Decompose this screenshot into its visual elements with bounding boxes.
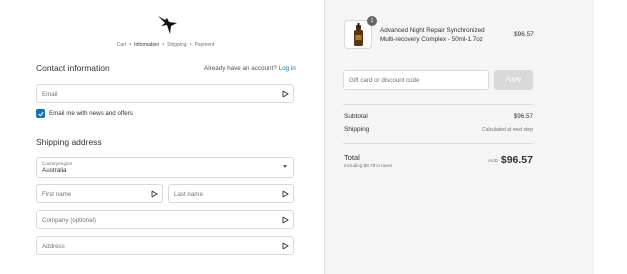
- discount-placeholder: Gift card or discount code: [349, 77, 420, 84]
- checkout-page: Cart › Information › Shipping › Payment Contac…: [0, 0, 627, 274]
- breadcrumb-information: Information: [134, 42, 160, 48]
- page-margin: [594, 0, 627, 274]
- total-amount: $96.57: [500, 154, 533, 166]
- breadcrumb: Cart › Information › Shipping › Payment: [0, 42, 331, 48]
- autofill-icon: [151, 190, 158, 198]
- contact-section-title: Contact information: [36, 63, 110, 73]
- breadcrumb-payment: Payment: [194, 42, 215, 48]
- apply-discount-button[interactable]: Apply: [494, 70, 533, 90]
- quantity-badge: 1: [367, 16, 377, 26]
- last-name-placeholder: Last name: [174, 191, 203, 198]
- chevron-right-icon: ›: [129, 42, 132, 48]
- autofill-icon: [282, 190, 289, 198]
- currency-code: AUD: [488, 159, 499, 164]
- autofill-icon: [282, 90, 289, 98]
- shipping-label: Shipping: [344, 126, 370, 133]
- chevron-right-icon: ›: [162, 42, 165, 48]
- login-link[interactable]: Log in: [279, 65, 296, 72]
- shipping-value: Calculated at next step: [482, 127, 533, 133]
- breadcrumb-cart[interactable]: Cart: [117, 42, 126, 48]
- login-prompt: Already have an account? Log in: [204, 65, 296, 72]
- email-field[interactable]: Email: [36, 84, 294, 103]
- email-placeholder: Email: [42, 91, 58, 98]
- check-icon: [37, 111, 44, 116]
- subtotal-value: $96.57: [513, 113, 533, 120]
- tax-note: Including $8.78 in taxes: [344, 163, 393, 168]
- address-field[interactable]: Address: [36, 236, 294, 255]
- newsletter-label: Email me with news and offers: [49, 110, 133, 117]
- address-placeholder: Address: [42, 243, 65, 250]
- login-prompt-text: Already have an account?: [204, 65, 277, 72]
- total-label: Total: [344, 153, 360, 162]
- bird-logo-icon[interactable]: [156, 14, 178, 36]
- summary-divider: [343, 104, 533, 105]
- country-select[interactable]: Country/region Australia: [36, 157, 294, 178]
- breadcrumb-shipping: Shipping: [167, 42, 187, 48]
- checkout-form-column: Cart › Information › Shipping › Payment Contac…: [0, 0, 324, 274]
- discount-code-input[interactable]: Gift card or discount code: [343, 70, 489, 90]
- country-value: Australia: [42, 167, 67, 174]
- product-price: $96.57: [514, 31, 534, 38]
- first-name-placeholder: First name: [42, 191, 72, 198]
- autofill-icon: [282, 242, 289, 250]
- last-name-field[interactable]: Last name: [168, 184, 294, 203]
- first-name-field[interactable]: First name: [36, 184, 163, 203]
- autofill-icon: [282, 216, 289, 224]
- chevron-down-icon: [283, 165, 287, 168]
- company-field[interactable]: Company (optional): [36, 210, 294, 229]
- product-name: Advanced Night Repair Synchronized Multi…: [380, 27, 485, 43]
- subtotal-label: Subtotal: [344, 113, 368, 120]
- company-placeholder: Company (optional): [42, 217, 96, 224]
- chevron-right-icon: ›: [189, 42, 192, 48]
- shipping-section-title: Shipping address: [36, 137, 102, 147]
- country-label: Country/region: [42, 161, 73, 166]
- summary-divider: [343, 143, 533, 144]
- newsletter-checkbox[interactable]: [36, 109, 45, 118]
